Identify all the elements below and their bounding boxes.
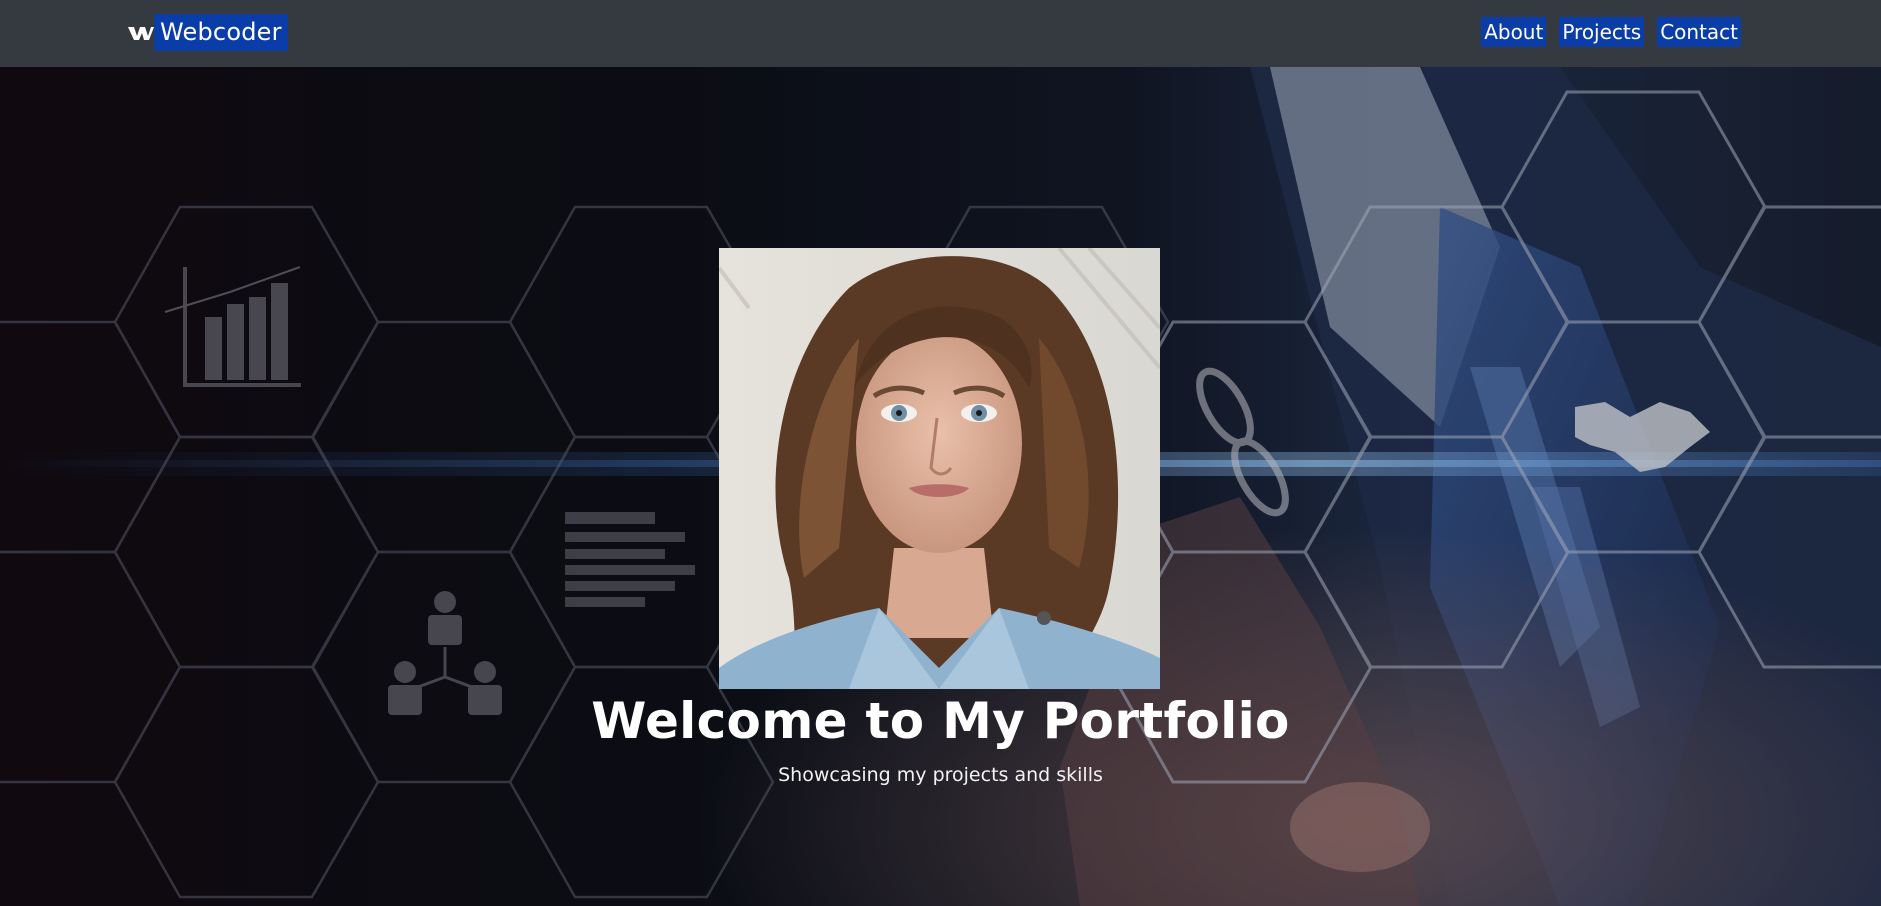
nav-link-projects[interactable]: Projects (1559, 17, 1645, 47)
top-navbar: Webcoder About Projects Contact (0, 0, 1881, 67)
webflow-logo-icon (128, 26, 154, 40)
nav-link-about[interactable]: About (1481, 17, 1547, 47)
nav-links: About Projects Contact (1481, 17, 1741, 47)
profile-photo (719, 248, 1160, 689)
hero-title: Welcome to My Portfolio (591, 692, 1290, 750)
brand-name: Webcoder (154, 14, 288, 51)
nav-link-contact[interactable]: Contact (1657, 17, 1741, 47)
brand-link[interactable]: Webcoder (128, 14, 288, 51)
hero-section: Welcome to My Portfolio Showcasing my pr… (0, 67, 1881, 906)
hero-subtitle: Showcasing my projects and skills (778, 764, 1103, 786)
profile-photo-image (719, 248, 1160, 689)
